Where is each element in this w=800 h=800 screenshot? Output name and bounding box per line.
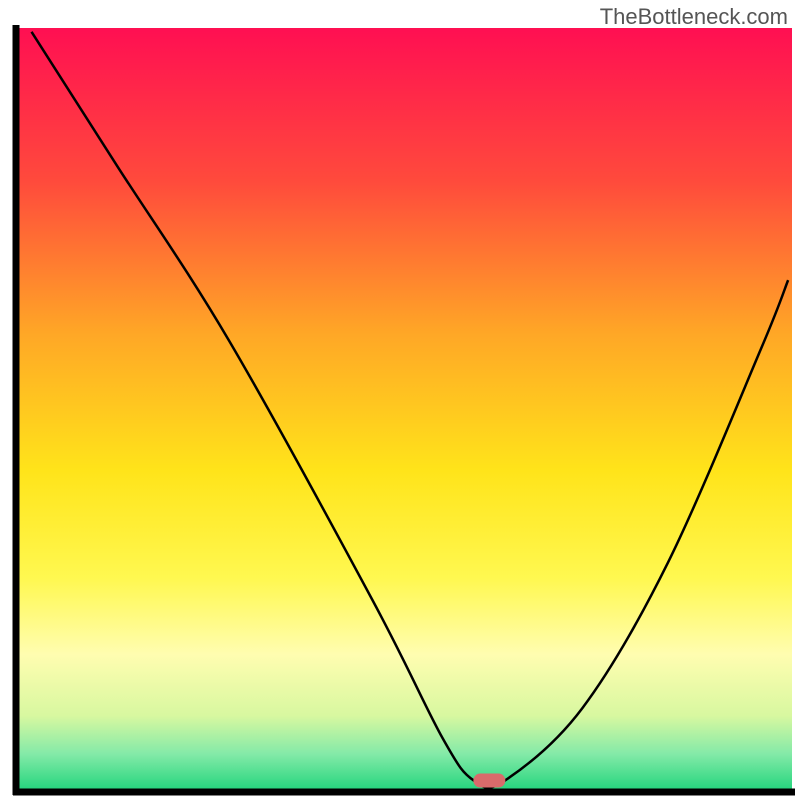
bottleneck-chart <box>0 0 800 800</box>
watermark-text: TheBottleneck.com <box>600 4 788 30</box>
chart-container: TheBottleneck.com <box>0 0 800 800</box>
plot-background <box>16 28 792 792</box>
optimal-marker <box>473 774 505 788</box>
